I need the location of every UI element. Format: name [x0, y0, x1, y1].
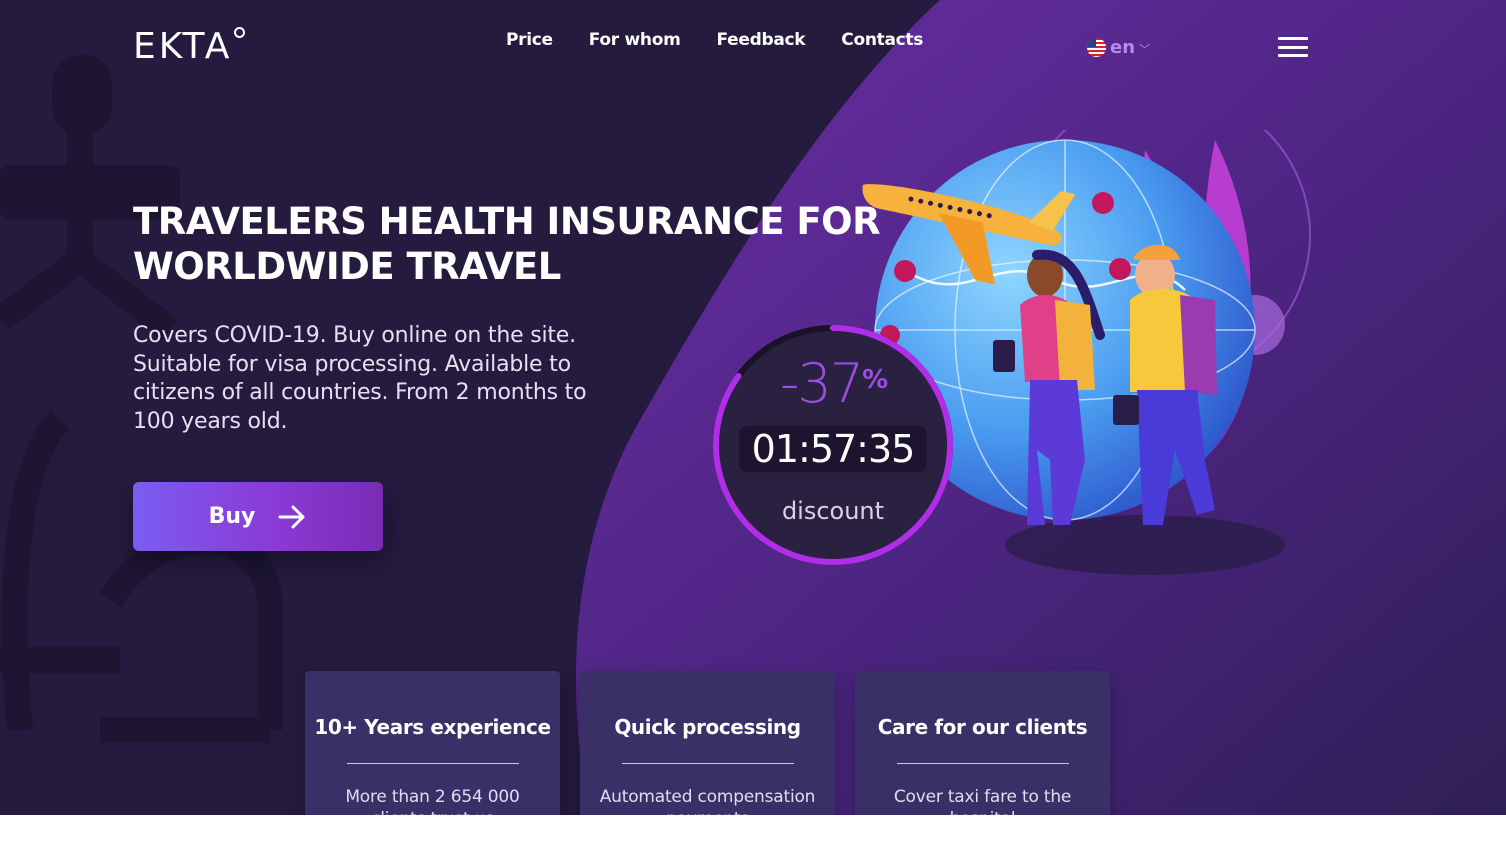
page-title: TRAVELERS HEALTH INSURANCE FOR WORLDWIDE…: [133, 200, 881, 288]
logo-ring-icon: [234, 27, 246, 38]
language-selector[interactable]: en ﹀: [1087, 37, 1150, 58]
chevron-down-icon: ﹀: [1139, 42, 1151, 56]
feature-card-experience: 10+ Years experience More than 2 654 000…: [305, 671, 560, 815]
card-divider: [896, 763, 1069, 764]
discount-timer: -37% 01:57:35 discount: [710, 322, 956, 568]
page-bottom-strip: [0, 815, 1506, 847]
card-divider: [346, 763, 519, 764]
us-flag-icon: [1087, 38, 1106, 57]
card-description: Cover taxi fare to the hospital: [893, 787, 1072, 815]
language-label: en: [1110, 37, 1136, 58]
discount-percentage: -37%: [710, 352, 956, 415]
nav-feedback[interactable]: Feedback: [717, 30, 806, 50]
feature-card-processing: Quick processing Automated compensation …: [580, 671, 835, 815]
countdown-box: 01:57:35: [739, 426, 927, 472]
nav-for-whom[interactable]: For whom: [589, 30, 681, 50]
card-title: Quick processing: [614, 715, 801, 739]
feature-card-care: Care for our clients Cover taxi fare to …: [855, 671, 1110, 815]
feature-cards: 10+ Years experience More than 2 654 000…: [305, 671, 1110, 815]
logo-text: EKTA: [133, 26, 233, 67]
countdown-time: 01:57:35: [751, 427, 916, 471]
card-title: 10+ Years experience: [314, 715, 551, 739]
discount-percent-sign: %: [862, 365, 888, 395]
buy-button[interactable]: Buy: [133, 482, 383, 551]
card-description: Automated compensation payments: [599, 787, 816, 815]
nav-price[interactable]: Price: [506, 30, 553, 50]
ekta-logo[interactable]: EKTA: [133, 26, 246, 67]
hero-subtitle: Covers COVID-19. Buy online on the site.…: [133, 323, 587, 434]
card-divider: [621, 763, 794, 764]
hero-section: EKTA Price For whom Feedback Contacts en…: [0, 0, 1506, 815]
nav-contacts[interactable]: Contacts: [841, 30, 923, 50]
main-nav: Price For whom Feedback Contacts: [506, 30, 923, 50]
discount-value: -37: [779, 352, 864, 415]
card-description: More than 2 654 000 clients trust us: [345, 787, 520, 815]
discount-label: discount: [781, 497, 885, 525]
card-title: Care for our clients: [877, 715, 1088, 739]
arrow-right-icon: [278, 505, 305, 528]
buy-button-label: Buy: [208, 504, 256, 529]
hamburger-menu-icon[interactable]: [1278, 37, 1308, 57]
